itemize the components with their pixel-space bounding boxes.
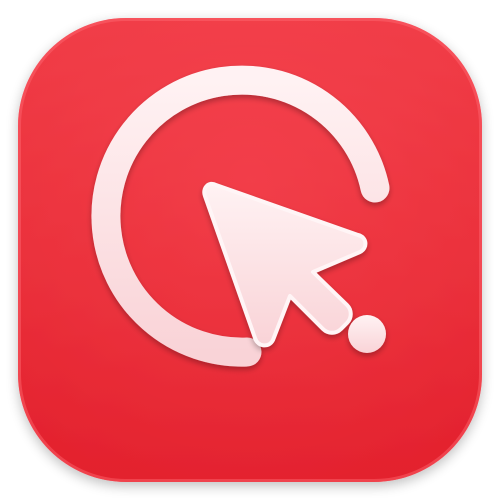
dot-icon xyxy=(348,315,386,353)
canvas xyxy=(0,0,500,500)
app-icon-graphic xyxy=(18,18,482,482)
app-icon[interactable] xyxy=(0,0,500,500)
